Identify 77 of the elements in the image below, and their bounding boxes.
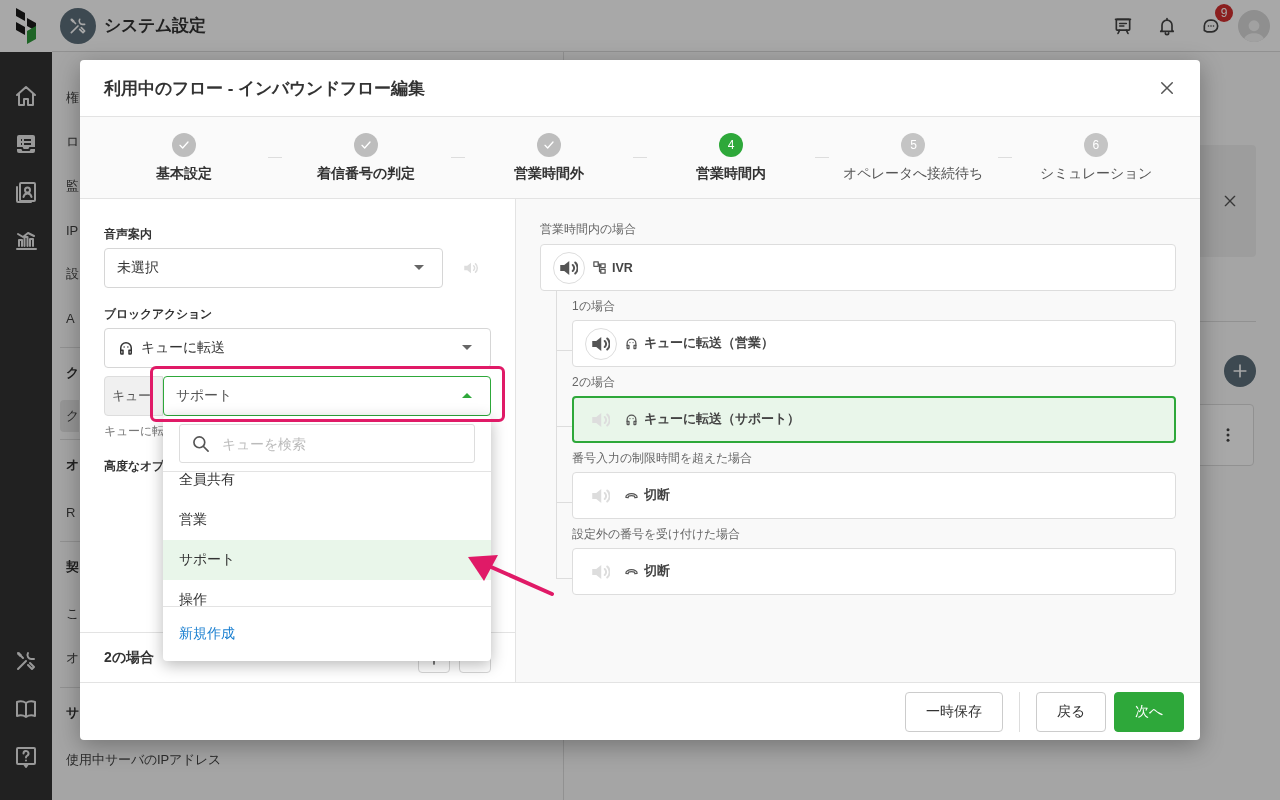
step-number: 4 [719,133,744,157]
step-number: 5 [901,133,926,157]
queue-select[interactable]: サポート [163,376,491,416]
step-label[interactable]: 基本設定 [156,163,213,183]
nav-item[interactable]: ロ [60,120,79,164]
queue-option[interactable]: 営業 [163,500,491,540]
notification-icon[interactable] [1157,15,1177,36]
create-new-link[interactable]: 新規作成 [179,625,235,643]
case-title: 2の場合 [104,648,155,667]
node-label: キューに転送（営業） [644,335,774,352]
step-label[interactable]: シミュレーション [1039,163,1152,183]
block-action-select[interactable]: キューに転送 [104,328,491,368]
nav-item[interactable]: こ [60,592,79,636]
close-icon[interactable] [1222,193,1238,209]
node-label: 切断 [644,487,670,504]
flow-node-card[interactable]: 切断 [572,548,1176,595]
flow-node-card[interactable]: キューに転送（営業） [572,320,1176,367]
node-label: 切断 [644,563,670,580]
play-audio-button[interactable] [585,327,617,360]
nav-item[interactable]: 監 [60,164,79,208]
step-label[interactable]: 着信番号の判定 [317,163,416,183]
queue-prefix: キュー [104,376,163,416]
page-title: システム設定 [104,15,206,37]
flow-node-card[interactable]: キューに転送（サポート） [572,396,1176,443]
list-icon[interactable] [14,132,38,156]
queue-option[interactable]: 全員共有 [163,472,491,500]
branch-label: 2の場合 [572,374,616,390]
play-audio-button[interactable] [553,251,585,284]
save-draft-button[interactable]: 一時保存 [905,691,1003,732]
step-label[interactable]: オペレータへ接続待ち [843,163,984,183]
node-label: キューに転送（サポート） [644,411,800,428]
nav-item[interactable]: オ [60,636,79,680]
nav-item[interactable]: 使用中サーバのIPアドレス [60,738,222,782]
help-text: キューに転 [104,424,165,438]
field-label: 音声案内 [104,226,153,242]
nav-item[interactable]: 権 [60,76,79,120]
contact-book-icon[interactable] [14,180,38,204]
close-icon[interactable] [1158,79,1176,97]
back-button[interactable]: 戻る [1036,691,1106,732]
field-label: ブロックアクション [104,306,213,322]
headset-icon [117,339,135,357]
nav-item[interactable]: A [60,296,75,340]
branch-label: 営業時間内の場合 [540,221,637,237]
settings-badge-icon [60,7,96,44]
settings-icon[interactable] [14,649,38,673]
add-button[interactable] [1224,355,1256,387]
step-label[interactable]: 営業時間外 [513,163,584,183]
nav-item[interactable]: R [60,490,76,534]
headset-icon [624,412,639,427]
search-icon [191,434,211,454]
help-icon[interactable] [14,745,38,769]
nav-item[interactable]: ク [60,400,79,432]
hierarchy-icon [592,260,607,275]
queue-option[interactable]: サポート [163,540,491,580]
branch-label: 設定外の番号を受け付けた場合 [572,526,741,542]
nav-item[interactable]: 設 [60,252,79,296]
voice-select[interactable]: 未選択 [104,248,443,288]
logo-icon [14,8,38,44]
dialog-title: 利用中のフロー - インバウンドフロー編集 [104,77,427,100]
queue-option[interactable]: 操作 [163,580,491,606]
nav-heading: サ [65,704,79,722]
nav-item[interactable]: IP [60,208,79,252]
branch-label: 1の場合 [572,298,616,314]
queue-search-field[interactable]: キューを検索 [179,424,475,463]
book-icon[interactable] [14,697,38,721]
nav-heading: 契 [65,558,79,576]
step-label[interactable]: 営業時間内 [696,163,767,183]
node-label: IVR [612,260,633,275]
branch-label: 番号入力の制限時間を超えた場合 [572,450,753,466]
notification-badge: 9 [1215,3,1233,22]
headset-icon [624,336,639,351]
nav-heading: ク [65,364,79,382]
flow-node-card[interactable]: 切断 [572,472,1176,519]
step-number: 6 [1083,133,1108,157]
home-icon[interactable] [14,84,38,108]
nav-heading: オ [65,456,79,474]
flow-node-card[interactable]: IVR [540,244,1176,291]
